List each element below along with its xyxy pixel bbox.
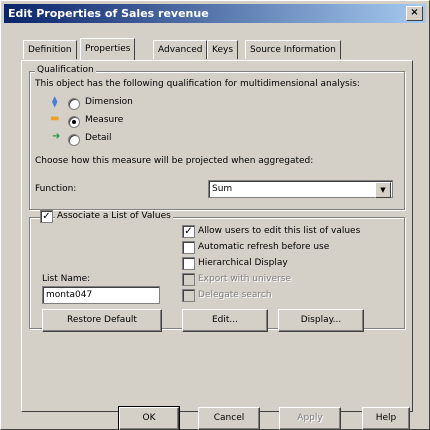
export-label: Export with universe	[198, 274, 291, 284]
close-button[interactable]: ×	[406, 6, 423, 21]
restore-default-button[interactable]: Restore Default	[42, 309, 162, 332]
list-name-label: List Name:	[42, 274, 91, 284]
hierarchical-checkbox[interactable]	[182, 257, 195, 270]
list-name-input[interactable]: monta047	[42, 286, 160, 304]
function-select[interactable]: Sum ▼	[208, 180, 393, 198]
tab-properties[interactable]: Properties	[80, 38, 136, 60]
auto-refresh-checkbox[interactable]	[182, 241, 195, 254]
help-button[interactable]: Help	[362, 407, 410, 430]
cancel-button[interactable]: Cancel	[198, 407, 260, 430]
qualification-description: This object has the following qualificat…	[35, 79, 360, 89]
detail-icon: ➜	[52, 131, 61, 142]
delegate-checkbox	[182, 289, 195, 302]
measure-icon: ▬	[50, 113, 60, 124]
export-checkbox	[182, 273, 195, 286]
measure-radio[interactable]	[68, 116, 80, 128]
function-value: Sum	[212, 184, 233, 194]
dimension-label[interactable]: Dimension	[85, 97, 133, 107]
dialog-window: Edit Properties of Sales revenue × Defin…	[0, 0, 430, 430]
allow-edit-label[interactable]: Allow users to edit this list of values	[198, 226, 360, 236]
allow-edit-checkbox[interactable]: ✓	[182, 225, 195, 238]
tab-panel-properties: Qualification This object has the follow…	[21, 60, 413, 430]
function-label: Function:	[35, 184, 77, 194]
edit-button[interactable]: Edit...	[182, 309, 268, 332]
window-title: Edit Properties of Sales revenue	[8, 7, 209, 20]
projection-text: Choose how this measure will be projecte…	[35, 156, 314, 166]
associate-lov-checkbox[interactable]: ✓	[40, 210, 53, 223]
tab-source-information[interactable]: Source Information	[245, 40, 341, 59]
detail-label[interactable]: Detail	[85, 133, 112, 143]
chevron-down-icon[interactable]: ▼	[375, 182, 391, 198]
ok-button[interactable]: OK	[118, 406, 180, 430]
dimension-icon: ⧫	[52, 95, 58, 108]
tab-definition[interactable]: Definition	[23, 40, 77, 59]
associate-lov-label[interactable]: Associate a List of Values	[55, 211, 173, 221]
tab-advanced[interactable]: Advanced	[153, 40, 208, 59]
hierarchical-label[interactable]: Hierarchical Display	[198, 258, 288, 268]
detail-radio[interactable]	[68, 134, 80, 146]
measure-label[interactable]: Measure	[85, 115, 123, 125]
dimension-radio[interactable]	[68, 98, 80, 110]
tab-keys[interactable]: Keys	[207, 40, 239, 59]
auto-refresh-label[interactable]: Automatic refresh before use	[198, 242, 329, 252]
title-bar[interactable]: Edit Properties of Sales revenue ×	[4, 4, 426, 23]
qualification-legend: Qualification	[35, 65, 96, 75]
display-button[interactable]: Display...	[278, 309, 364, 332]
apply-button: Apply	[279, 407, 341, 430]
delegate-label: Delegate search	[198, 290, 272, 300]
